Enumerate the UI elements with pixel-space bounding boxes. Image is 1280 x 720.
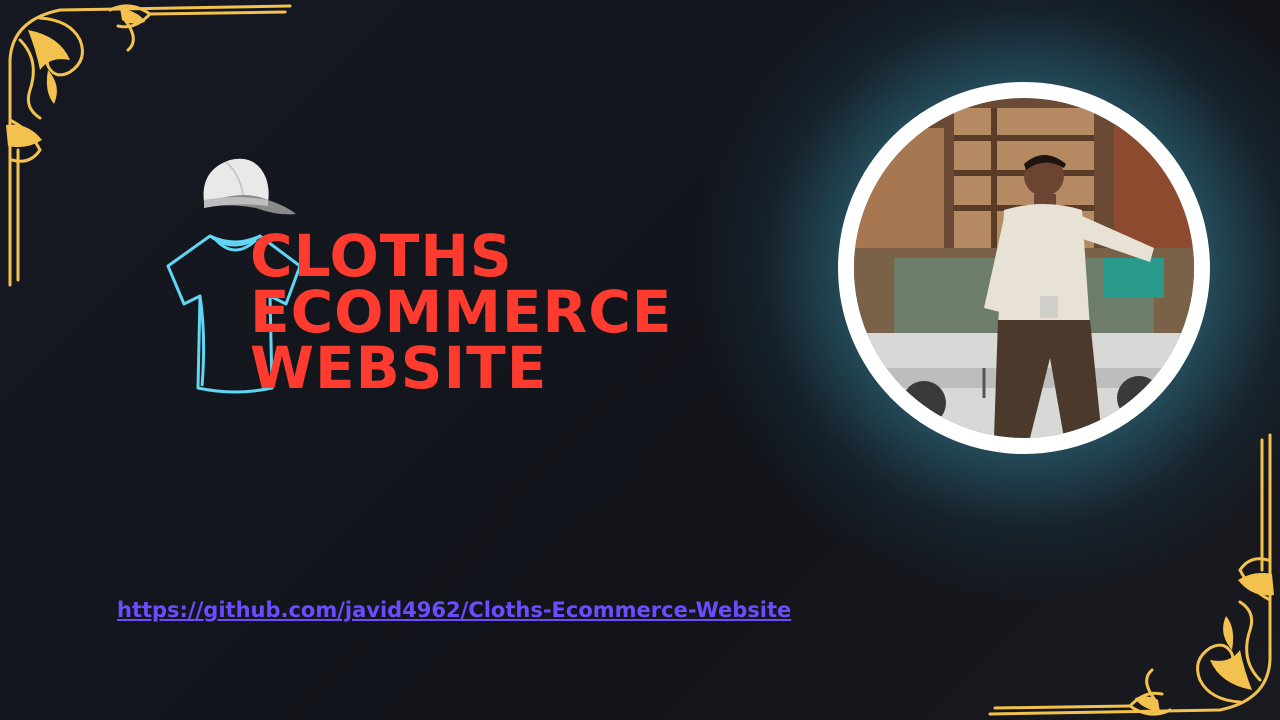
title-line: ECOMMERCE [250,278,673,346]
title-line: CLOTHS [250,222,513,290]
baseball-cap-icon [203,158,296,215]
github-link[interactable]: https://github.com/javid4962/Cloths-Ecom… [117,598,791,622]
page-title: CLOTHS ECOMMERCE WEBSITE [250,222,673,402]
slide: CLOTHS ECOMMERCE WEBSITE https://github.… [0,0,1280,720]
title-line: WEBSITE [250,334,548,402]
corner-ornament-bottom-right [988,433,1274,716]
profile-photo [838,82,1210,454]
profile-photo-image [854,98,1194,438]
